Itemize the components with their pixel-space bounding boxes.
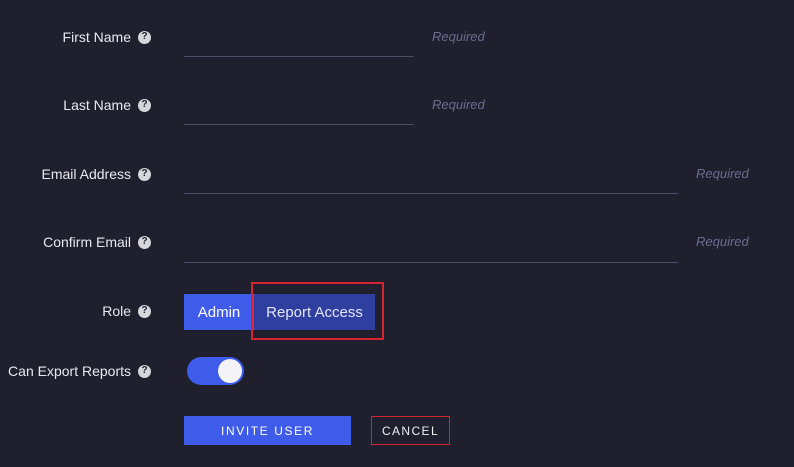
first-name-label-group: First Name ? xyxy=(63,29,151,45)
first-name-input[interactable] xyxy=(184,22,414,57)
highlight-box xyxy=(251,282,384,340)
email-label-group: Email Address ? xyxy=(42,166,151,182)
can-export-label: Can Export Reports xyxy=(8,363,131,379)
confirm-email-input[interactable] xyxy=(184,228,678,263)
first-name-required-hint: Required xyxy=(432,29,485,44)
help-icon[interactable]: ? xyxy=(138,167,151,181)
help-icon[interactable]: ? xyxy=(138,304,151,318)
confirm-email-label: Confirm Email xyxy=(43,234,131,250)
last-name-label-group: Last Name ? xyxy=(63,97,151,113)
confirm-email-label-group: Confirm Email ? xyxy=(43,234,151,250)
cancel-button[interactable]: CANCEL xyxy=(371,416,450,445)
toggle-knob xyxy=(218,359,242,383)
role-label: Role xyxy=(102,303,131,319)
first-name-label: First Name xyxy=(62,29,131,45)
email-required-hint: Required xyxy=(696,166,749,181)
role-option-admin[interactable]: Admin xyxy=(184,294,254,330)
confirm-email-required-hint: Required xyxy=(696,234,749,249)
help-icon[interactable]: ? xyxy=(138,235,151,249)
can-export-label-group: Can Export Reports ? xyxy=(8,363,151,379)
last-name-label: Last Name xyxy=(63,97,131,113)
can-export-toggle[interactable] xyxy=(187,357,244,385)
help-icon[interactable]: ? xyxy=(138,30,151,44)
role-label-group: Role ? xyxy=(102,303,151,319)
help-icon[interactable]: ? xyxy=(138,364,151,378)
email-input[interactable] xyxy=(184,159,678,194)
invite-user-button[interactable]: INVITE USER xyxy=(184,416,351,445)
help-icon[interactable]: ? xyxy=(138,98,151,112)
last-name-required-hint: Required xyxy=(432,97,485,112)
email-label: Email Address xyxy=(41,166,131,182)
last-name-input[interactable] xyxy=(184,90,414,125)
